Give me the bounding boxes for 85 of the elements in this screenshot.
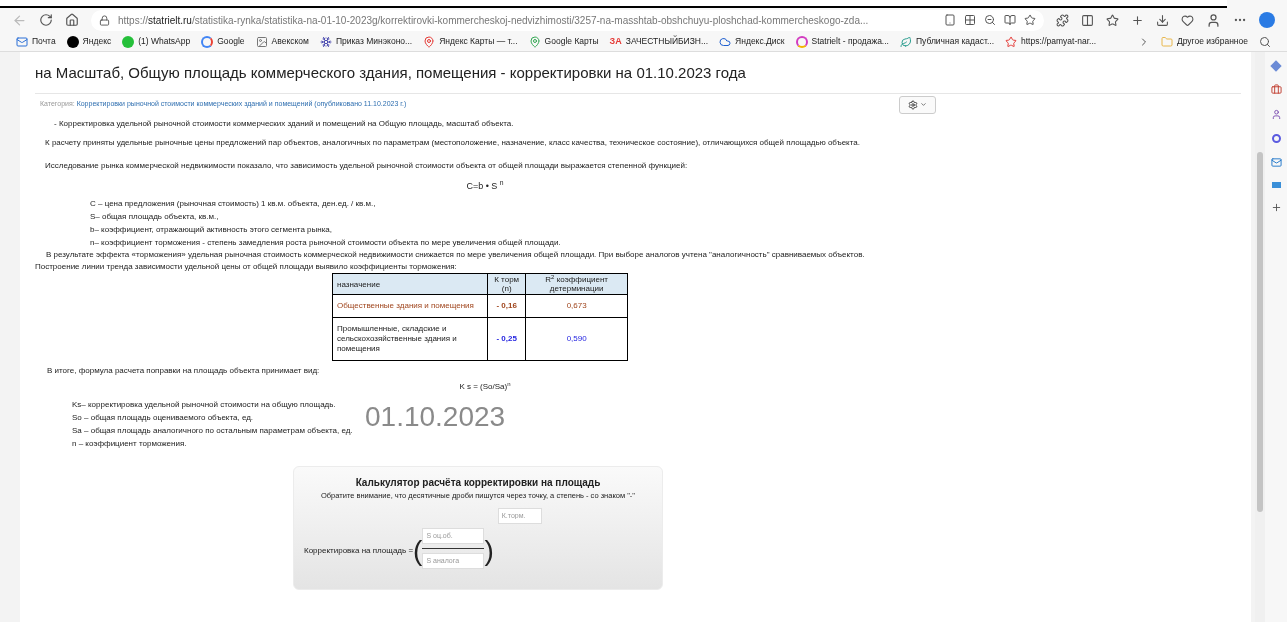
split-screen-icon[interactable]	[1081, 13, 1094, 27]
bookmark-item[interactable]: (1) WhatsApp	[122, 35, 191, 48]
table-header: назначение	[332, 273, 488, 295]
grid-icon[interactable]	[964, 14, 976, 26]
calculator-title: Калькулятор расчёта корректировки на площадь	[354, 476, 602, 491]
formula: C=b • S $^{n}$	[466, 180, 504, 191]
mail-icon	[16, 35, 28, 48]
definition-text: S– общая площадь объекта, кв.м.,	[90, 211, 220, 223]
zoom-out-icon[interactable]	[984, 14, 996, 26]
bookmark-item[interactable]: Приказ Минэконо...	[319, 35, 413, 48]
table-cell: - 0,25	[487, 317, 526, 361]
trend-text: Построение линии тренда зависимости удельной цены от общей площади выявило коэффициенты торможения:	[35, 261, 458, 273]
bookmark-item[interactable]: ЗА ЗАЧЕСТНЫЙБИЗН...	[609, 34, 709, 49]
reload-button[interactable]	[39, 13, 53, 27]
bookmark-item[interactable]: https://pamyat-nar...	[1005, 35, 1097, 48]
table-cell: Общественные здания и помещения	[332, 294, 488, 318]
mail-icon[interactable]	[1270, 157, 1282, 168]
snowflake-icon	[319, 35, 332, 48]
leaf-icon	[899, 35, 912, 48]
home-button[interactable]	[65, 13, 79, 27]
definition-text: n– коэффициент торможения - степень замедления роста рыночной стоимости объекта по мере увеличения общей площади.	[90, 237, 562, 249]
extensions-icon[interactable]	[1056, 13, 1069, 27]
bookmark-logo: ЗА	[609, 34, 622, 48]
search-icon[interactable]	[1259, 35, 1271, 48]
send-icon[interactable]	[1271, 182, 1281, 188]
g-logo-icon	[201, 35, 214, 48]
bookmark-item[interactable]: Яндекс Карты — т...	[423, 35, 518, 48]
table-cell: 0,673	[525, 294, 628, 318]
bookmark-item[interactable]: Почта	[16, 35, 56, 48]
settings-dropdown-button[interactable]	[899, 95, 936, 114]
formula: K s = (So/Sa)$^{n}$	[459, 382, 511, 392]
profile-icon[interactable]	[1206, 12, 1221, 28]
bookmark-folder[interactable]: Другое избранное	[1160, 35, 1248, 48]
table-header: К торм (n)	[487, 273, 526, 295]
legend-text: Sa – общая площадь аналогичного по остальным параметрам объекта, ед.	[72, 425, 354, 438]
star-icon	[1005, 35, 1018, 48]
lock-icon	[99, 14, 110, 26]
bookmark-item[interactable]: Публичная кадаст...	[899, 35, 995, 48]
bookmark-item[interactable]: Statrielt - продажа...	[795, 35, 889, 48]
table-header: R$^{2}$ коэффициент детерминации	[525, 273, 628, 295]
legend-text: Ks– корректировка удельной рыночной стоимости на общую площадь.	[72, 399, 337, 412]
add-icon[interactable]	[1270, 202, 1282, 213]
copilot-icon[interactable]	[1259, 12, 1275, 28]
folder-icon	[1160, 35, 1173, 48]
health-icon[interactable]	[1181, 13, 1194, 27]
favorites-icon[interactable]	[1106, 13, 1119, 27]
picture-icon	[255, 35, 268, 48]
definition-text: С – цена предложения (рыночная стоимость) 1 кв.м. объекта, ден.ед. / кв.м.,	[90, 198, 377, 210]
bookmark-item[interactable]: Яндекс	[66, 35, 112, 48]
table-cell: 0,590	[525, 317, 628, 361]
map-pin-icon	[423, 35, 436, 48]
settings-icon	[908, 99, 918, 110]
effect-text: В результате эффекта «торможения» удельная рыночная стоимость коммерческой недвижимости снижается по мере увеличения общей площади. При выборе аналогов учтена "аналогичность" сравниваемых объектов.	[45, 249, 866, 261]
cloud-icon	[719, 35, 732, 48]
address-bar[interactable]: https://statrielt.ru/statistika-rynka/statistika-na-01-10-2023g/korrektirovki-kommercheskoj-nedvizhimosti/3257-na-masshtab-obshchuyu-ploshchad-kommercheskogo-zda...	[91, 9, 1044, 31]
bookmark-item[interactable]: Авекском	[255, 35, 309, 48]
bookmark-item[interactable]: Google Карты	[528, 35, 599, 48]
conclusion-text: В итоге, формула расчета поправки на площадь объекта принимает вид:	[46, 365, 321, 378]
collections-icon[interactable]	[1131, 13, 1144, 27]
research-text: Исследование рынка коммерческой недвижимости показало, что зависимость удельной рыночной стоимости объекта от общей площади выражается степенной функцией:	[44, 159, 689, 172]
basis-text: К расчету приняты удельные рыночные цены предложений пар объектов, аналогичных по параметрам (местоположение, назначение, класс качества, техническое состояние), отличающихся общей площадью объекта.	[44, 136, 861, 149]
definition-text: b– коэффициент, отражающий активность этого сегмента рынка,	[90, 224, 334, 236]
date-label: 01.10.2023	[365, 403, 506, 432]
page-title: на Масштаб, Общую площадь коммерческого здания, помещения - корректировки на 01.10.2023 года	[35, 62, 1241, 94]
table-cell: Промышленные, складские и сельскохозяйственные здания и помещения	[332, 317, 488, 361]
book-icon[interactable]	[1004, 14, 1016, 26]
legend-text: n – коэффициент торможения.	[72, 438, 188, 451]
table-cell: - 0,16	[487, 294, 526, 318]
intro-text: - Корректировка удельной рыночной стоимости коммерческих зданий и помещений на Общую площадь, масштаб объекта.	[53, 117, 515, 130]
calculator-label: Корректировка на площадь =	[304, 546, 414, 556]
tag-icon[interactable]	[1270, 60, 1282, 72]
person-icon[interactable]	[1270, 109, 1282, 120]
bookmark-item[interactable]: Google	[201, 35, 245, 48]
close-parenthesis: )	[484, 537, 494, 566]
download-icon[interactable]	[1156, 13, 1169, 27]
favorite-icon[interactable]	[1024, 14, 1036, 26]
open-parenthesis: (	[413, 537, 423, 566]
bookmark-item[interactable]: Яндекс.Диск	[719, 35, 785, 48]
device-icon[interactable]	[944, 14, 956, 26]
map-pin-icon	[528, 35, 541, 48]
briefcase-icon[interactable]	[1270, 84, 1282, 95]
caret-icon	[920, 101, 927, 108]
swirl-icon	[795, 35, 808, 48]
url-text: https://statrielt.ru/statistika-rynka/statistika-na-01-10-2023g/korrektirovki-kommercheskoj-nedvizhimosti/3257-na-masshtab-obshchuyu-ploshchad-kommercheskogo-zda...	[118, 13, 870, 28]
legend-text: So – общая площадь оцениваемого объекта, ед.	[72, 412, 255, 425]
